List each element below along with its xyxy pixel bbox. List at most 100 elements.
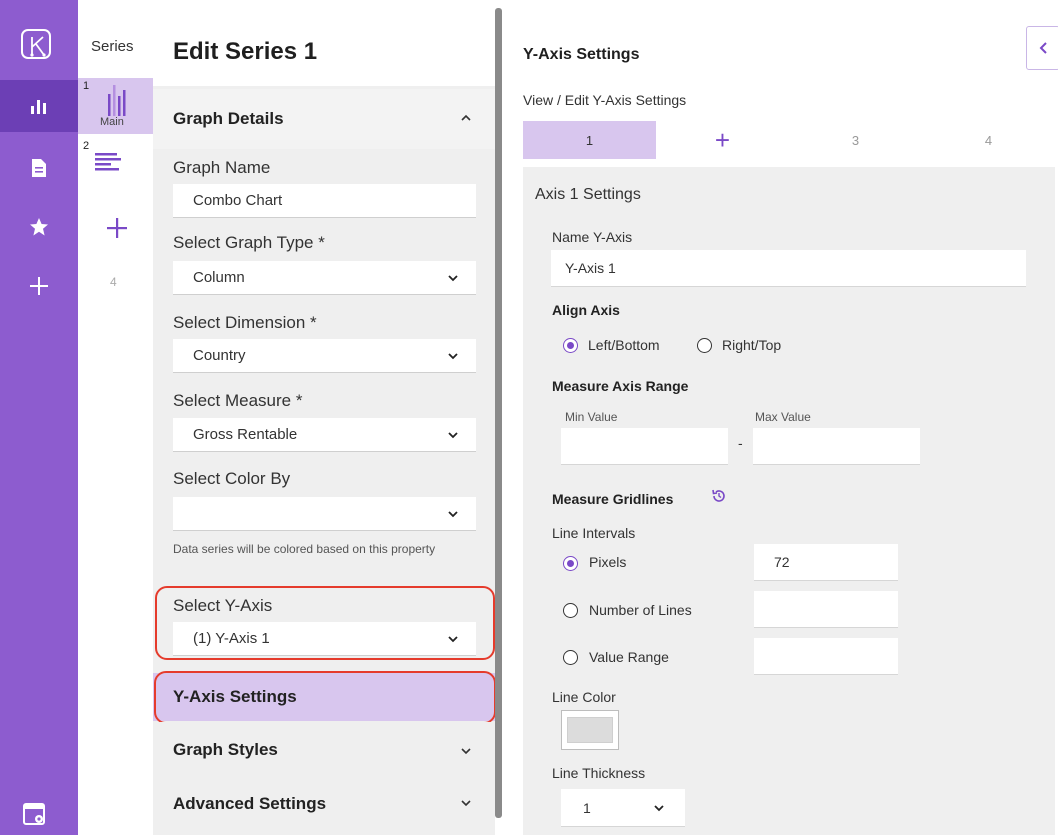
pixels-input[interactable]: 72 bbox=[754, 544, 898, 581]
chevron-down-icon bbox=[448, 432, 458, 439]
series-number: 1 bbox=[83, 80, 90, 92]
column-chart-thumbnail-icon bbox=[108, 85, 126, 116]
plus-icon bbox=[30, 277, 48, 295]
min-value-input[interactable] bbox=[561, 428, 728, 465]
page-title: Edit Series 1 bbox=[173, 38, 318, 65]
number-of-lines-input[interactable] bbox=[754, 591, 898, 628]
graph-name-input[interactable]: Combo Chart bbox=[173, 184, 476, 218]
chevron-down-icon bbox=[448, 511, 458, 518]
dimension-value: Country bbox=[193, 347, 246, 364]
axis-tabs: 1 + 3 4 bbox=[523, 121, 1055, 159]
y-axis-value: (1) Y-Axis 1 bbox=[193, 630, 270, 647]
line-intervals-label: Line Intervals bbox=[552, 525, 636, 541]
chevron-down-icon bbox=[654, 805, 664, 812]
chevron-down-icon bbox=[461, 748, 471, 755]
graph-type-value: Column bbox=[193, 269, 245, 286]
app-logo[interactable] bbox=[21, 29, 51, 59]
color-by-select[interactable] bbox=[173, 497, 476, 531]
panel-resize-handle[interactable] bbox=[495, 8, 502, 818]
y-axis-select[interactable]: (1) Y-Axis 1 bbox=[173, 622, 476, 656]
pixels-label: Pixels bbox=[589, 554, 627, 570]
advanced-settings-toggle[interactable]: Advanced Settings bbox=[153, 776, 495, 832]
series-caption: Main bbox=[100, 116, 124, 128]
tab-add-axis[interactable]: + bbox=[656, 121, 789, 159]
series-heading: Series bbox=[91, 38, 134, 55]
bar-chart-thumbnail-icon bbox=[95, 153, 121, 171]
add-nav-button[interactable] bbox=[0, 260, 78, 312]
value-range-input[interactable] bbox=[754, 638, 898, 675]
line-thickness-label: Line Thickness bbox=[552, 765, 646, 781]
graph-type-select[interactable]: Column bbox=[173, 261, 476, 295]
line-thickness-select[interactable]: 1 bbox=[561, 789, 685, 827]
align-left-radio[interactable] bbox=[563, 338, 578, 353]
max-value-input[interactable] bbox=[753, 428, 920, 465]
line-color-picker[interactable] bbox=[561, 710, 619, 750]
value-range-radio[interactable] bbox=[563, 650, 578, 665]
document-nav-button[interactable] bbox=[0, 142, 78, 194]
chevron-down-icon bbox=[461, 800, 471, 807]
line-thickness-value: 1 bbox=[583, 799, 591, 816]
align-left-label: Left/Bottom bbox=[588, 337, 660, 353]
tab-axis-3[interactable]: 3 bbox=[789, 121, 922, 159]
measure-axis-range-label: Measure Axis Range bbox=[552, 378, 689, 394]
settings-panel-button[interactable] bbox=[23, 800, 47, 826]
series-number: 2 bbox=[83, 140, 90, 152]
document-icon bbox=[32, 159, 46, 177]
tab-axis-4[interactable]: 4 bbox=[922, 121, 1055, 159]
series-item-2[interactable]: 2 bbox=[78, 138, 153, 194]
min-value-label: Min Value bbox=[565, 410, 618, 424]
name-y-axis-input[interactable]: Y-Axis 1 bbox=[551, 250, 1026, 287]
name-y-axis-label: Name Y-Axis bbox=[552, 229, 633, 245]
tab-axis-1[interactable]: 1 bbox=[523, 121, 656, 159]
y-axis-settings-subtitle: View / Edit Y-Axis Settings bbox=[523, 92, 687, 108]
y-axis-settings-title: Y-Axis Settings bbox=[523, 46, 640, 63]
graph-details-toggle[interactable]: Graph Details bbox=[153, 89, 495, 149]
collapse-panel-button[interactable] bbox=[1026, 26, 1058, 70]
color-by-label: Select Color By bbox=[173, 469, 291, 488]
axis-1-settings-card: Axis 1 Settings Name Y-Axis Y-Axis 1 Ali… bbox=[523, 167, 1055, 835]
chevron-left-icon bbox=[1039, 42, 1047, 54]
measure-label: Select Measure * bbox=[173, 391, 303, 410]
value-range-label: Value Range bbox=[589, 649, 669, 665]
favorites-nav-button[interactable] bbox=[0, 201, 78, 253]
number-of-lines-label: Number of Lines bbox=[589, 602, 692, 618]
chevron-down-icon bbox=[448, 636, 458, 643]
range-separator: - bbox=[738, 435, 743, 451]
plus-icon bbox=[107, 218, 127, 238]
measure-gridlines-label: Measure Gridlines bbox=[552, 491, 674, 507]
y-axis-settings-panel: Y-Axis Settings View / Edit Y-Axis Setti… bbox=[502, 0, 1058, 835]
app-rail bbox=[0, 0, 78, 835]
graph-styles-label: Graph Styles bbox=[173, 740, 278, 759]
graph-type-label: Select Graph Type * bbox=[173, 233, 325, 252]
pixels-value: 72 bbox=[774, 554, 790, 570]
max-value-label: Max Value bbox=[755, 410, 811, 424]
graph-details-label: Graph Details bbox=[173, 109, 284, 128]
name-y-axis-value: Y-Axis 1 bbox=[565, 260, 616, 276]
history-icon[interactable] bbox=[711, 488, 727, 504]
align-axis-label: Align Axis bbox=[552, 302, 620, 318]
align-right-radio[interactable] bbox=[697, 338, 712, 353]
dimension-label: Select Dimension * bbox=[173, 313, 317, 332]
chevron-down-icon bbox=[448, 275, 458, 282]
line-color-preview bbox=[567, 717, 613, 743]
series-item-1[interactable]: 1 Main bbox=[78, 78, 153, 134]
axis-card-title: Axis 1 Settings bbox=[535, 186, 641, 203]
y-axis-settings-callout bbox=[154, 671, 496, 724]
pixels-radio[interactable] bbox=[563, 556, 578, 571]
number-of-lines-radio[interactable] bbox=[563, 603, 578, 618]
chevron-up-icon bbox=[461, 114, 471, 121]
line-color-label: Line Color bbox=[552, 689, 616, 705]
edit-series-panel: Edit Series 1 Graph Details Graph Name C… bbox=[153, 0, 496, 835]
star-icon bbox=[30, 218, 48, 236]
window-settings-icon bbox=[23, 803, 45, 825]
color-by-helper-text: Data series will be colored based on thi… bbox=[173, 542, 436, 556]
add-series-button[interactable] bbox=[105, 216, 129, 240]
chart-nav-button[interactable] bbox=[0, 80, 78, 132]
bar-chart-icon bbox=[31, 100, 46, 114]
series-list: Series 1 Main 2 4 bbox=[78, 0, 153, 835]
align-right-label: Right/Top bbox=[722, 337, 782, 353]
dimension-select[interactable]: Country bbox=[173, 339, 476, 373]
chevron-down-icon bbox=[448, 353, 458, 360]
measure-select[interactable]: Gross Rentable bbox=[173, 418, 476, 452]
graph-styles-toggle[interactable]: Graph Styles bbox=[153, 722, 495, 778]
